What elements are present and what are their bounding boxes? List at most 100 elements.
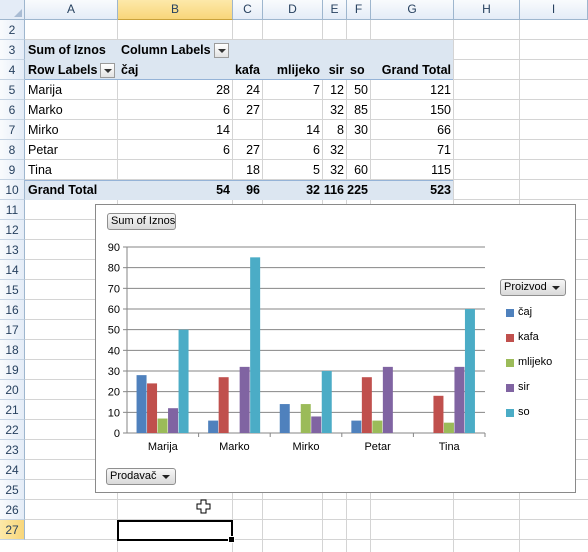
row-header[interactable]: 5 xyxy=(0,80,25,100)
pivot-col-field[interactable]: sir xyxy=(323,60,347,80)
pivot-value[interactable]: 32 xyxy=(323,140,347,160)
pivot-grand-total-value[interactable]: 225 xyxy=(347,180,371,200)
pivot-grand-total-value[interactable]: 54 xyxy=(118,180,233,200)
column-header-b[interactable]: B xyxy=(118,0,233,20)
column-header-c[interactable]: C xyxy=(233,0,263,20)
row-header[interactable]: 6 xyxy=(0,100,25,120)
row-header[interactable]: 7 xyxy=(0,120,25,140)
column-labels-filter-dropdown[interactable] xyxy=(214,43,229,58)
row-header[interactable]: 19 xyxy=(0,360,25,380)
pivot-value[interactable]: 6 xyxy=(263,140,323,160)
row-header[interactable]: 2 xyxy=(0,20,25,40)
row-header[interactable]: 12 xyxy=(0,220,25,240)
bar-sir-Mirko xyxy=(311,416,322,433)
row-header[interactable]: 3 xyxy=(0,40,25,60)
pivot-value[interactable] xyxy=(263,100,323,120)
pivot-value[interactable]: 12 xyxy=(323,80,347,100)
pivot-grand-total-value[interactable]: 116 xyxy=(323,180,347,200)
column-header-g[interactable]: G xyxy=(371,0,454,20)
pivot-value[interactable]: 5 xyxy=(263,160,323,180)
legend-label: mlijeko xyxy=(518,356,553,368)
row-header[interactable]: 8 xyxy=(0,140,25,160)
pivot-row-total[interactable]: 150 xyxy=(371,100,454,120)
pivot-grand-total-value[interactable]: 32 xyxy=(263,180,323,200)
column-header-a[interactable]: A xyxy=(25,0,118,20)
pivot-row-total[interactable]: 115 xyxy=(371,160,454,180)
active-cell-b27[interactable] xyxy=(117,520,235,543)
pivot-value[interactable]: 32 xyxy=(323,100,347,120)
pivot-value[interactable]: 85 xyxy=(347,100,371,120)
pivot-grand-total-header[interactable]: Grand Total xyxy=(371,60,454,80)
pivot-value[interactable]: 8 xyxy=(323,120,347,140)
row-header-selected[interactable]: 27 xyxy=(0,520,25,540)
pivot-value[interactable]: 28 xyxy=(118,80,233,100)
bar-sir-Petar xyxy=(382,366,393,433)
pivot-value[interactable]: 18 xyxy=(233,160,263,180)
bar-čaj-Petar xyxy=(351,420,362,433)
pivot-value[interactable]: 27 xyxy=(233,140,263,160)
pivot-value[interactable]: 24 xyxy=(233,80,263,100)
row-header[interactable]: 4 xyxy=(0,60,25,80)
pivot-value[interactable]: 50 xyxy=(347,80,371,100)
pivot-col-field[interactable]: kafa xyxy=(233,60,263,80)
y-tick-label: 40 xyxy=(108,345,120,357)
pivot-sum-label[interactable]: Sum of Iznos xyxy=(25,40,118,60)
pivot-row-total[interactable]: 66 xyxy=(371,120,454,140)
pivot-value[interactable]: 27 xyxy=(233,100,263,120)
pivot-value[interactable] xyxy=(233,120,263,140)
pivot-value[interactable]: 30 xyxy=(347,120,371,140)
column-header-d[interactable]: D xyxy=(263,0,323,20)
pivot-value[interactable]: 60 xyxy=(347,160,371,180)
row-header[interactable]: 18 xyxy=(0,340,25,360)
bar-čaj-Marko xyxy=(208,420,219,433)
pivot-value[interactable] xyxy=(347,140,371,160)
row-header[interactable]: 17 xyxy=(0,320,25,340)
row-header[interactable]: 20 xyxy=(0,380,25,400)
row-header[interactable]: 10 xyxy=(0,180,25,200)
column-header-i[interactable]: I xyxy=(520,0,588,20)
pivot-grand-total[interactable]: 523 xyxy=(371,180,454,200)
row-labels-filter-dropdown[interactable] xyxy=(100,63,115,78)
pivot-value[interactable] xyxy=(118,160,233,180)
row-header[interactable]: 21 xyxy=(0,400,25,420)
column-header-h[interactable]: H xyxy=(454,0,520,20)
y-tick-label: 90 xyxy=(108,242,120,254)
pivot-col-field[interactable]: so xyxy=(347,60,371,80)
row-header[interactable]: 22 xyxy=(0,420,25,440)
pivot-row-total[interactable]: 71 xyxy=(371,140,454,160)
row-header[interactable]: 25 xyxy=(0,480,25,500)
row-header[interactable]: 23 xyxy=(0,440,25,460)
pivot-col-field[interactable]: čaj xyxy=(118,60,233,80)
x-category-label: Tina xyxy=(439,441,461,453)
pivot-col-field[interactable]: mlijeko xyxy=(263,60,323,80)
row-header[interactable]: 11 xyxy=(0,200,25,220)
bar-kafa-Petar xyxy=(361,377,372,433)
pivot-row-label[interactable]: Marija xyxy=(25,80,118,100)
row-header[interactable]: 16 xyxy=(0,300,25,320)
pivot-row-label[interactable]: Petar xyxy=(25,140,118,160)
row-header[interactable]: 26 xyxy=(0,500,25,520)
pivot-value[interactable]: 14 xyxy=(263,120,323,140)
column-header-e[interactable]: E xyxy=(323,0,347,20)
pivot-grand-total-label[interactable]: Grand Total xyxy=(25,180,118,200)
row-header[interactable]: 14 xyxy=(0,260,25,280)
row-header[interactable]: 15 xyxy=(0,280,25,300)
pivot-chart[interactable]: Sum of Iznos Proizvod Prodavač 0 10 20 30 40… xyxy=(95,204,576,493)
bar-sir-Marija xyxy=(168,408,179,433)
pivot-value[interactable]: 32 xyxy=(323,160,347,180)
pivot-value[interactable]: 6 xyxy=(118,100,233,120)
pivot-row-total[interactable]: 121 xyxy=(371,80,454,100)
pivot-row-label[interactable]: Mirko xyxy=(25,120,118,140)
pivot-value[interactable]: 7 xyxy=(263,80,323,100)
row-header[interactable]: 9 xyxy=(0,160,25,180)
row-header[interactable]: 24 xyxy=(0,460,25,480)
row-header[interactable]: 13 xyxy=(0,240,25,260)
pivot-value[interactable]: 14 xyxy=(118,120,233,140)
legend-label: sir xyxy=(518,381,530,393)
pivot-row-label[interactable]: Marko xyxy=(25,100,118,120)
select-all-corner[interactable] xyxy=(0,0,25,20)
pivot-value[interactable]: 6 xyxy=(118,140,233,160)
pivot-grand-total-value[interactable]: 96 xyxy=(233,180,263,200)
pivot-row-label[interactable]: Tina xyxy=(25,160,118,180)
column-header-f[interactable]: F xyxy=(347,0,371,20)
